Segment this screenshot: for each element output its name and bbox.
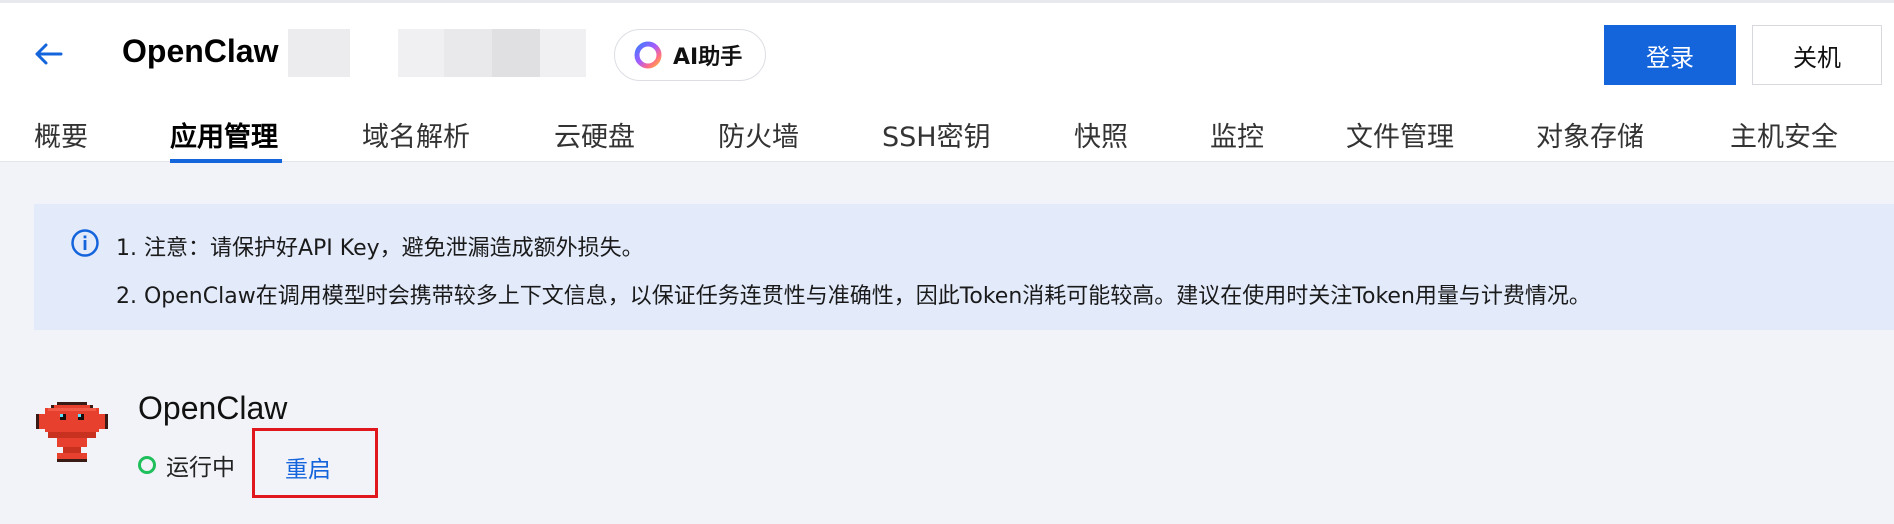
ai-assistant-label: AI助手 bbox=[673, 45, 743, 70]
page-title: OpenClaw bbox=[122, 33, 279, 69]
ai-assistant-icon bbox=[634, 41, 662, 69]
top-bar: OpenClaw AI助手 登录 关机 概要 应用管理 域名解析 云硬盘 防火墙… bbox=[0, 0, 1894, 165]
tab-bar: 概要 应用管理 域名解析 云硬盘 防火墙 SSH密钥 快照 监控 文件管理 对象… bbox=[0, 109, 1894, 165]
tab-object-storage[interactable]: 对象存储 bbox=[1536, 115, 1644, 154]
ai-assistant-button[interactable]: AI助手 bbox=[614, 29, 766, 81]
tab-ssh-keys[interactable]: SSH密钥 bbox=[882, 115, 991, 154]
tab-host-security[interactable]: 主机安全 bbox=[1730, 115, 1838, 154]
redacted-area bbox=[444, 29, 492, 77]
back-arrow-icon[interactable] bbox=[30, 39, 66, 69]
notice-banner: 1. 注意：请保护好API Key，避免泄漏造成额外损失。 2. OpenCla… bbox=[34, 204, 1894, 330]
tab-domain-resolution[interactable]: 域名解析 bbox=[362, 115, 470, 154]
status-text: 运行中 bbox=[166, 455, 235, 481]
active-tab-indicator bbox=[170, 159, 282, 163]
notice-line-1: 1. 注意：请保护好API Key，避免泄漏造成额外损失。 bbox=[116, 236, 644, 261]
redacted-area bbox=[492, 29, 540, 77]
tab-cloud-disk[interactable]: 云硬盘 bbox=[554, 115, 635, 154]
tab-file-management[interactable]: 文件管理 bbox=[1346, 115, 1454, 154]
info-icon bbox=[71, 229, 99, 257]
tab-overview[interactable]: 概要 bbox=[34, 115, 88, 154]
redacted-area bbox=[398, 29, 444, 77]
redacted-area bbox=[288, 29, 350, 77]
tab-monitoring[interactable]: 监控 bbox=[1210, 115, 1264, 154]
status-running-icon bbox=[138, 456, 156, 474]
shutdown-button[interactable]: 关机 bbox=[1752, 25, 1882, 85]
status-badge: 运行中 bbox=[138, 448, 235, 482]
tab-app-management[interactable]: 应用管理 bbox=[170, 115, 278, 154]
login-button[interactable]: 登录 bbox=[1604, 25, 1736, 85]
openclaw-logo-icon bbox=[36, 402, 108, 462]
redacted-area bbox=[540, 29, 586, 77]
notice-line-2: 2. OpenClaw在调用模型时会携带较多上下文信息，以保证任务连贯性与准确性… bbox=[116, 284, 1591, 309]
app-name: OpenClaw bbox=[138, 390, 288, 426]
restart-button[interactable]: 重启 bbox=[285, 450, 331, 484]
tab-firewall[interactable]: 防火墙 bbox=[718, 115, 799, 154]
tab-snapshots[interactable]: 快照 bbox=[1074, 115, 1128, 154]
